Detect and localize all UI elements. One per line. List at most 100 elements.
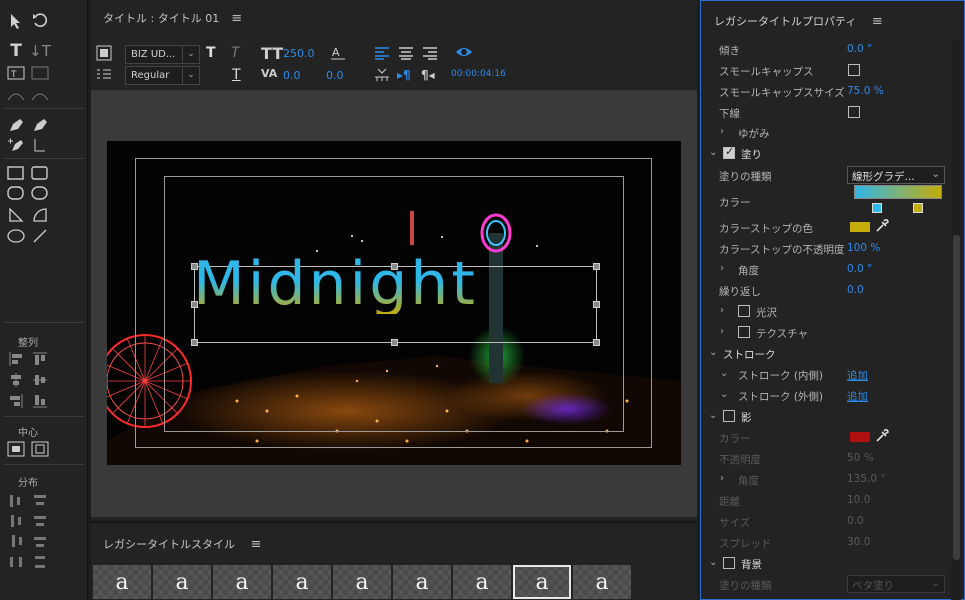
shadow-checkbox[interactable] xyxy=(723,410,735,422)
chevron-right-icon[interactable]: › xyxy=(720,305,724,316)
font-style-dropdown[interactable]: Regular ⌄ xyxy=(125,66,200,85)
line-tool-icon[interactable] xyxy=(30,227,50,245)
chevron-down-icon[interactable]: ⌄ xyxy=(709,147,717,158)
chevron-down-icon[interactable]: ⌄ xyxy=(709,347,717,358)
font-size-value[interactable]: 250.0 xyxy=(283,47,315,60)
fill-row[interactable]: ⌄ 塗り xyxy=(701,144,951,164)
video-frame[interactable]: Midnight xyxy=(107,141,681,465)
angle-value[interactable]: 0.0 ° xyxy=(847,263,872,275)
distribute-center-vertical-icon[interactable] xyxy=(30,512,50,530)
rounded-rectangle-tool-icon[interactable] xyxy=(6,184,26,202)
center-horizontal-icon[interactable] xyxy=(6,440,26,458)
repeat-value[interactable]: 0.0 xyxy=(847,284,864,296)
distribute-left-icon[interactable] xyxy=(6,492,26,510)
tab-stops-icon[interactable] xyxy=(96,67,112,84)
vertical-path-type-tool-icon[interactable] xyxy=(30,86,50,104)
eyedropper-icon[interactable] xyxy=(875,218,889,236)
rectangle-tool-icon[interactable] xyxy=(6,164,26,182)
align-left-text-icon[interactable] xyxy=(374,46,390,63)
area-type-tool-icon[interactable]: T xyxy=(6,64,26,82)
paragraph-ltr-icon[interactable]: ▸¶ xyxy=(397,68,411,82)
eyedropper-icon[interactable] xyxy=(875,428,889,446)
outer-stroke-row[interactable]: ⌄ ストローク (外側) 追加 xyxy=(701,386,951,406)
distribute-bottom-icon[interactable] xyxy=(30,532,50,550)
convert-anchor-point-icon[interactable] xyxy=(30,136,50,154)
chevron-right-icon[interactable]: › xyxy=(720,126,724,137)
style-swatch[interactable]: a xyxy=(333,565,391,599)
style-swatch[interactable]: a xyxy=(393,565,451,599)
properties-scroll-thumb[interactable] xyxy=(953,235,960,560)
rotate-tool-icon[interactable] xyxy=(30,12,50,30)
sheen-row[interactable]: › 光沢 xyxy=(701,302,951,322)
style-swatch[interactable]: a xyxy=(573,565,631,599)
vertical-area-type-tool-icon[interactable] xyxy=(30,64,50,82)
underline-icon[interactable]: T xyxy=(232,67,241,83)
center-vertical-icon[interactable] xyxy=(30,440,50,458)
vertical-type-tool-icon[interactable]: ↓T xyxy=(29,42,51,60)
align-center-horizontal-icon[interactable] xyxy=(6,371,26,389)
underline-checkbox[interactable] xyxy=(848,106,860,118)
leading-value[interactable]: 0.0 xyxy=(326,69,344,82)
panel-menu-icon[interactable]: ≡ xyxy=(251,537,262,552)
shadow-angle-value[interactable]: 135.0 ° xyxy=(847,473,886,485)
resize-handle-top-right[interactable] xyxy=(593,263,600,270)
style-swatch[interactable]: a xyxy=(453,565,511,599)
pen-tool-icon[interactable] xyxy=(6,116,26,134)
wedge-tool-icon[interactable] xyxy=(6,206,26,224)
shadow-spread-value[interactable]: 30.0 xyxy=(847,536,870,548)
style-swatch[interactable]: a xyxy=(213,565,271,599)
stop-opacity-value[interactable]: 100 % xyxy=(847,242,880,254)
stroke-row[interactable]: ⌄ ストローク xyxy=(701,344,951,364)
fill-type-dropdown[interactable]: 線形グラデ... ⌄ xyxy=(847,166,945,184)
shadow-color-swatch[interactable] xyxy=(850,432,870,442)
tab-stops-ruler-icon[interactable] xyxy=(374,67,390,86)
resize-handle-bottom-left[interactable] xyxy=(191,339,198,346)
selection-tool-icon[interactable] xyxy=(6,12,26,30)
texture-checkbox[interactable] xyxy=(738,326,750,338)
align-left-icon[interactable] xyxy=(6,350,26,368)
resize-handle-top-left[interactable] xyxy=(191,263,198,270)
chevron-down-icon[interactable]: ⌄ xyxy=(709,557,717,568)
small-caps-checkbox[interactable] xyxy=(848,64,860,76)
bold-icon[interactable]: T xyxy=(206,45,216,61)
chevron-down-icon[interactable]: ⌄ xyxy=(720,389,728,400)
resize-handle-bottom-right[interactable] xyxy=(593,339,600,346)
ellipse-tool-icon[interactable] xyxy=(6,227,26,245)
gradient-ramp[interactable] xyxy=(854,185,942,199)
chevron-right-icon[interactable]: › xyxy=(720,263,724,274)
timecode[interactable]: 00:00:04:16 xyxy=(451,69,506,79)
background-row[interactable]: ⌄ 背景 xyxy=(701,554,951,574)
paragraph-rtl-icon[interactable]: ¶◂ xyxy=(421,68,435,82)
bg-fill-type-dropdown[interactable]: ベタ塗り ⌄ xyxy=(847,575,945,593)
title-canvas-area[interactable]: Midnight xyxy=(91,90,697,517)
align-top-icon[interactable] xyxy=(30,350,50,368)
shadow-size-value[interactable]: 0.0 xyxy=(847,515,864,527)
gradient-stop-right[interactable] xyxy=(913,203,923,213)
title-text[interactable]: Midnight xyxy=(193,254,478,314)
shadow-row[interactable]: ⌄ 影 xyxy=(701,407,951,427)
inner-stroke-row[interactable]: ⌄ ストローク (内側) 追加 xyxy=(701,365,951,385)
stop-color-swatch[interactable] xyxy=(850,222,870,232)
resize-handle-top[interactable] xyxy=(391,263,398,270)
slant-value[interactable]: 0.0 ° xyxy=(847,43,872,55)
italic-icon[interactable]: T xyxy=(231,45,240,61)
gradient-stop-left[interactable] xyxy=(872,203,882,213)
shadow-angle-row[interactable]: › 角度 135.0 ° xyxy=(701,470,951,490)
fill-checkbox[interactable] xyxy=(723,145,735,159)
font-family-dropdown[interactable]: BIZ UD... ⌄ xyxy=(125,45,200,64)
rounded-corner-rectangle-icon[interactable] xyxy=(30,184,50,202)
outer-stroke-add-link[interactable]: 追加 xyxy=(847,389,868,404)
resize-handle-bottom[interactable] xyxy=(391,339,398,346)
distort-row[interactable]: › ゆがみ xyxy=(701,123,951,143)
chevron-down-icon[interactable]: ⌄ xyxy=(720,368,728,379)
align-right-icon[interactable] xyxy=(6,392,26,410)
clipped-corner-rectangle-icon[interactable] xyxy=(30,164,50,182)
path-type-tool-icon[interactable] xyxy=(6,86,26,104)
kerning-value[interactable]: 0.0 xyxy=(283,69,301,82)
align-center-vertical-icon[interactable] xyxy=(30,371,50,389)
angle-row[interactable]: › 角度 0.0 ° xyxy=(701,260,951,280)
show-background-video-icon[interactable] xyxy=(455,44,473,63)
distribute-vertical-spacing-icon[interactable] xyxy=(30,553,50,571)
background-checkbox[interactable] xyxy=(723,557,735,569)
align-center-text-icon[interactable] xyxy=(398,46,414,63)
